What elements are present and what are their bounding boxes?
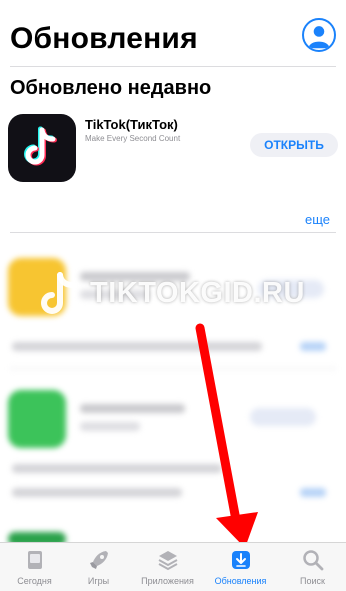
- blurred-text-line: [80, 422, 140, 431]
- search-icon: [302, 550, 323, 571]
- blurred-more-link: [300, 488, 326, 497]
- watermark-text: TIKTOKGID.RU: [90, 277, 305, 309]
- account-avatar-icon[interactable]: [302, 18, 336, 52]
- page-title: Обновления: [10, 22, 198, 55]
- open-button[interactable]: ОТКРЫТЬ: [250, 133, 338, 157]
- blurred-button: [250, 408, 316, 426]
- blurred-text-line: [12, 342, 262, 351]
- tab-label: Сегодня: [17, 576, 52, 586]
- site-watermark: TIKTOKGID.RU: [40, 271, 320, 317]
- row-divider: [10, 232, 336, 233]
- tab-updates[interactable]: Обновления: [206, 543, 275, 591]
- blurred-more-link: [300, 342, 326, 351]
- blurred-text-line: [80, 404, 185, 413]
- header: Обновления: [10, 18, 336, 62]
- tab-games[interactable]: Игры: [64, 543, 133, 591]
- apps-stack-icon: [158, 551, 177, 571]
- blurred-text-line: [12, 488, 182, 497]
- blurred-app-icon: [8, 390, 66, 448]
- app-row-tiktok[interactable]: TikTok(ТикТок) Make Every Second Count О…: [8, 114, 338, 184]
- tab-today[interactable]: Сегодня: [0, 543, 69, 591]
- app-subtitle: Make Every Second Count: [85, 134, 181, 143]
- tab-label: Игры: [87, 576, 110, 586]
- tab-bar: Сегодня Игры Приложения Обновления Поиск: [0, 542, 346, 591]
- updates-download-icon: [231, 551, 250, 569]
- blurred-text-line: [12, 464, 222, 473]
- tab-apps[interactable]: Приложения: [133, 543, 202, 591]
- app-name: TikTok(ТикТок): [85, 117, 178, 132]
- tiktok-app-icon[interactable]: [8, 114, 76, 182]
- tab-search[interactable]: Поиск: [278, 543, 346, 591]
- tab-label: Обновления: [214, 576, 267, 586]
- rocket-icon: [89, 551, 108, 569]
- more-link[interactable]: еще: [305, 212, 330, 227]
- today-icon: [27, 551, 42, 569]
- tab-label: Поиск: [300, 576, 325, 586]
- header-divider: [10, 66, 336, 67]
- tab-label: Приложения: [141, 576, 194, 586]
- section-title: Обновлено недавно: [10, 77, 212, 99]
- tiktok-logo-icon: [41, 272, 76, 314]
